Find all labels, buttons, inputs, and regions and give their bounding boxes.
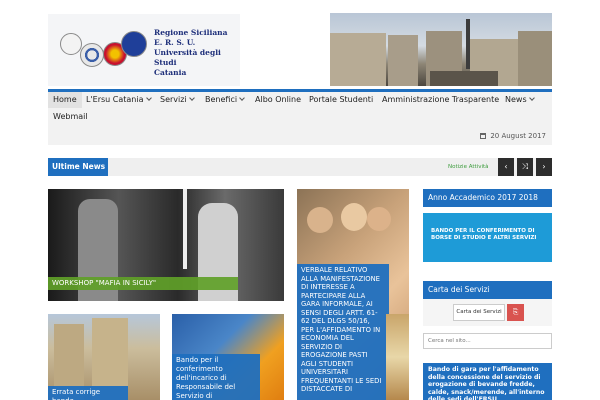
date-text: 20 August 2017: [490, 132, 546, 140]
nav-item-news[interactable]: News: [505, 92, 535, 108]
article-image: [341, 203, 367, 231]
nav-item-home[interactable]: Home: [48, 92, 82, 108]
carta-servizi-heading: Carta dei Servizi: [423, 281, 552, 299]
article-image: [367, 207, 391, 231]
article-image-strip: [386, 314, 409, 400]
nav-item-servizi[interactable]: Servizi: [160, 92, 195, 108]
article-card-errata[interactable]: Errata corrige bando: [48, 314, 160, 400]
bando-gara-banner[interactable]: Bando di gara per l'affidamento della co…: [423, 363, 552, 400]
logo-line: Università degli Studi: [154, 48, 221, 67]
nav-label: Amministrazione Trasparente: [382, 95, 500, 104]
logo-line: Regione Siciliana: [154, 28, 228, 37]
eu-flag-emblem: [121, 31, 147, 57]
nav-item-amministrazione-trasparente[interactable]: Amministrazione Trasparente: [382, 92, 499, 108]
logo-line: E. R. S. U.: [154, 38, 196, 47]
article-caption[interactable]: Bando per il conferimento dell'incarico …: [172, 354, 260, 400]
carta-servizi-widget: Carta dei Servizi ⎘: [423, 299, 552, 326]
nav-label: Portale Studenti: [309, 95, 374, 104]
nav-item-albo-online[interactable]: Albo Online: [255, 92, 301, 108]
chevron-down-icon: [145, 95, 152, 101]
article-caption[interactable]: Errata corrige bando: [48, 386, 128, 400]
nav-label: Webmail: [53, 112, 88, 121]
nav-label: Servizi: [160, 95, 187, 104]
nav-item-webmail[interactable]: Webmail: [53, 109, 88, 125]
prev-news-button[interactable]: ‹: [498, 158, 514, 176]
pdf-download-icon[interactable]: ⎘: [507, 304, 524, 321]
news-ticker-text[interactable]: Notizie Attività: [448, 158, 489, 176]
nav-item-portale-studenti[interactable]: Portale Studenti: [309, 92, 373, 108]
article-card-bando-incarico[interactable]: Bando per il conferimento dell'incarico …: [172, 314, 284, 400]
nav-label: Home: [53, 95, 77, 104]
article-image: [307, 207, 333, 233]
main-nav: Home L'Ersu Catania Servizi Benefici Alb…: [48, 92, 552, 145]
nav-label: L'Ersu Catania: [86, 95, 144, 104]
nav-label: Albo Online: [255, 95, 302, 104]
logo-line: Catania: [154, 68, 187, 77]
article-caption[interactable]: WORKSHOP "MAFIA IN SICILY": [48, 277, 238, 290]
shuffle-news-button[interactable]: ⤨: [517, 158, 533, 176]
logo-text: Regione Siciliana E. R. S. U. Università…: [154, 28, 240, 78]
current-date: 20 August 2017: [480, 132, 546, 140]
search-input[interactable]: [423, 333, 552, 349]
nav-label: Benefici: [205, 95, 238, 104]
chevron-down-icon: [239, 95, 245, 101]
nav-label: News: [505, 95, 527, 104]
article-card-workshop[interactable]: WORKSHOP "MAFIA IN SICILY": [48, 189, 284, 301]
news-ticker-bar: Ultime News Notizie Attività ‹ ⤨ ›: [48, 158, 552, 176]
site-logo[interactable]: Regione Siciliana E. R. S. U. Università…: [48, 14, 240, 86]
anno-accademico-heading: Anno Accademico 2017 2018: [423, 189, 552, 207]
anno-accademico-banner[interactable]: BANDO PER IL CONFERIMENTO DI BORSE DI ST…: [423, 213, 552, 262]
article-image: [183, 189, 187, 269]
calendar-icon: [480, 133, 487, 139]
chevron-down-icon: [528, 95, 535, 101]
italian-republic-emblem: [60, 33, 82, 55]
ultime-news-label: Ultime News: [48, 158, 108, 176]
next-news-button[interactable]: ›: [536, 158, 552, 176]
header-banner-photo: [330, 13, 552, 86]
article-caption[interactable]: VERBALE RELATIVO ALLA MANIFESTAZIONE DI …: [297, 264, 389, 400]
nav-item-ersu-catania[interactable]: L'Ersu Catania: [86, 92, 152, 108]
university-seal: [80, 43, 104, 67]
chevron-down-icon: [188, 95, 195, 101]
nav-item-benefici[interactable]: Benefici: [205, 92, 245, 108]
carta-servizi-button[interactable]: Carta dei Servizi: [453, 304, 505, 321]
